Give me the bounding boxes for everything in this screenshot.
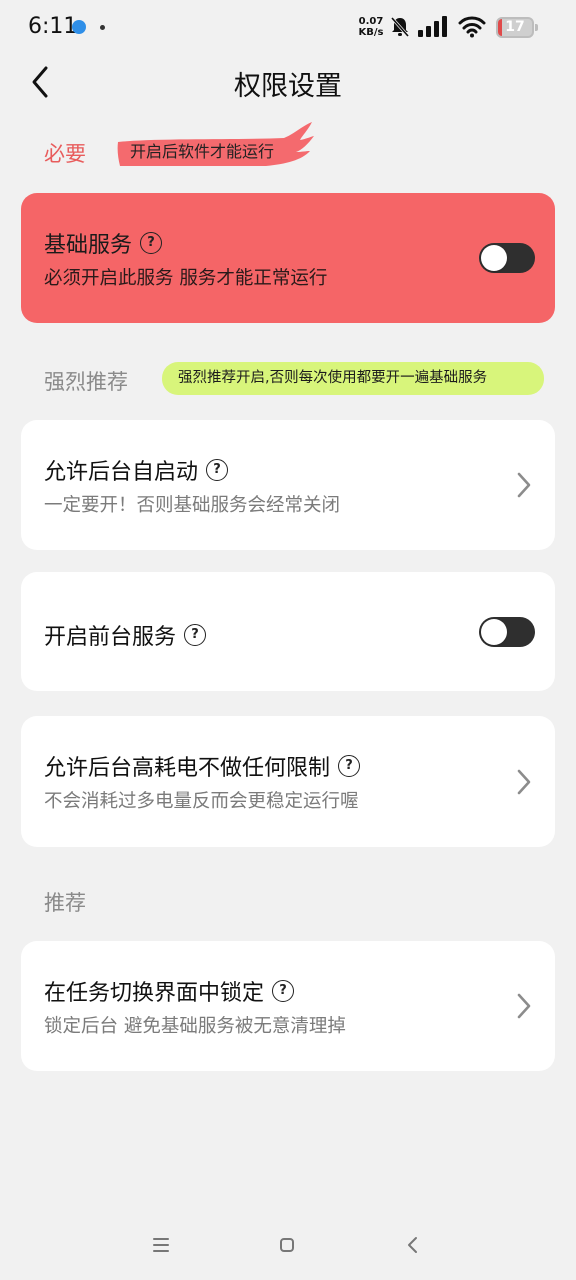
signal-icon	[418, 16, 447, 37]
card-autostart[interactable]: 允许后台自启动 ? 一定要开！否则基础服务会经常关闭	[21, 420, 555, 550]
section-label-strongly-recommended: 强烈推荐	[44, 370, 128, 394]
card-autostart-title-row: 允许后台自启动 ?	[44, 454, 229, 486]
help-icon[interactable]: ?	[272, 980, 295, 1002]
help-icon[interactable]: ?	[338, 755, 361, 777]
card-lock-task[interactable]: 在任务切换界面中锁定 ? 锁定后台 避免基础服务被无意清理掉	[21, 941, 555, 1071]
card-battery-title-row: 允许后台高耗电不做任何限制 ?	[44, 750, 361, 782]
permission-settings-screen: 6:11 0.07 KB/s 17 权限设置 必要 开启后软件才能运行 基础服务…	[0, 0, 576, 1280]
card-battery-unrestricted[interactable]: 允许后台高耗电不做任何限制 ? 不会消耗过多电量反而会更稳定运行喔	[21, 716, 555, 847]
battery-icon: 17	[496, 17, 538, 38]
status-time: 6:11	[28, 14, 78, 39]
toggle-knob	[481, 619, 507, 645]
back-icon[interactable]	[398, 1230, 428, 1260]
card-foreground-service-title-row: 开启前台服务 ?	[44, 619, 207, 651]
mute-icon	[390, 17, 410, 37]
chevron-right-icon	[517, 472, 531, 498]
card-battery-subtitle: 不会消耗过多电量反而会更稳定运行喔	[44, 791, 359, 812]
card-basic-service-title: 基础服务	[44, 233, 133, 258]
card-lock-task-subtitle: 锁定后台 避免基础服务被无意清理掉	[44, 1016, 346, 1037]
required-tag: 开启后软件才能运行	[116, 120, 316, 170]
help-icon[interactable]: ?	[206, 459, 229, 481]
section-label-recommended: 推荐	[44, 891, 86, 915]
section-label-required: 必要	[44, 142, 86, 166]
system-nav-bar	[0, 1220, 576, 1270]
net-speed: 0.07 KB/s	[356, 16, 386, 38]
status-bar: 6:11 0.07 KB/s 17	[0, 0, 576, 56]
card-autostart-title: 允许后台自启动	[44, 460, 199, 485]
card-foreground-service[interactable]: 开启前台服务 ?	[21, 572, 555, 691]
menu-icon[interactable]	[146, 1230, 176, 1260]
required-tag-text: 开启后软件才能运行	[130, 142, 275, 161]
net-speed-unit: KB/s	[358, 27, 384, 38]
net-speed-value: 0.07	[358, 16, 384, 27]
card-autostart-subtitle: 一定要开！否则基础服务会经常关闭	[44, 495, 341, 516]
card-basic-service[interactable]: 基础服务 ? 必须开启此服务 服务才能正常运行	[21, 193, 555, 323]
wifi-icon	[458, 16, 486, 38]
foreground-service-toggle[interactable]	[479, 617, 535, 647]
location-icon	[72, 20, 86, 34]
help-icon[interactable]: ?	[184, 624, 207, 646]
notification-dot-icon	[100, 25, 105, 30]
strongly-recommended-tag: 强烈推荐开启,否则每次使用都要开一遍基础服务	[162, 362, 544, 395]
card-basic-service-title-row: 基础服务 ?	[44, 227, 163, 259]
basic-service-toggle[interactable]	[479, 243, 535, 273]
chevron-right-icon	[517, 993, 531, 1019]
card-basic-service-subtitle: 必须开启此服务 服务才能正常运行	[44, 268, 328, 289]
battery-level: 17	[505, 19, 525, 35]
home-icon[interactable]	[272, 1230, 302, 1260]
help-icon[interactable]: ?	[140, 232, 163, 254]
card-battery-title: 允许后台高耗电不做任何限制	[44, 756, 331, 781]
card-foreground-service-title: 开启前台服务	[44, 625, 177, 650]
card-lock-task-title-row: 在任务切换界面中锁定 ?	[44, 975, 295, 1007]
chevron-right-icon	[517, 769, 531, 795]
card-lock-task-title: 在任务切换界面中锁定	[44, 981, 265, 1006]
toggle-knob	[481, 245, 507, 271]
page-title: 权限设置	[234, 71, 342, 102]
